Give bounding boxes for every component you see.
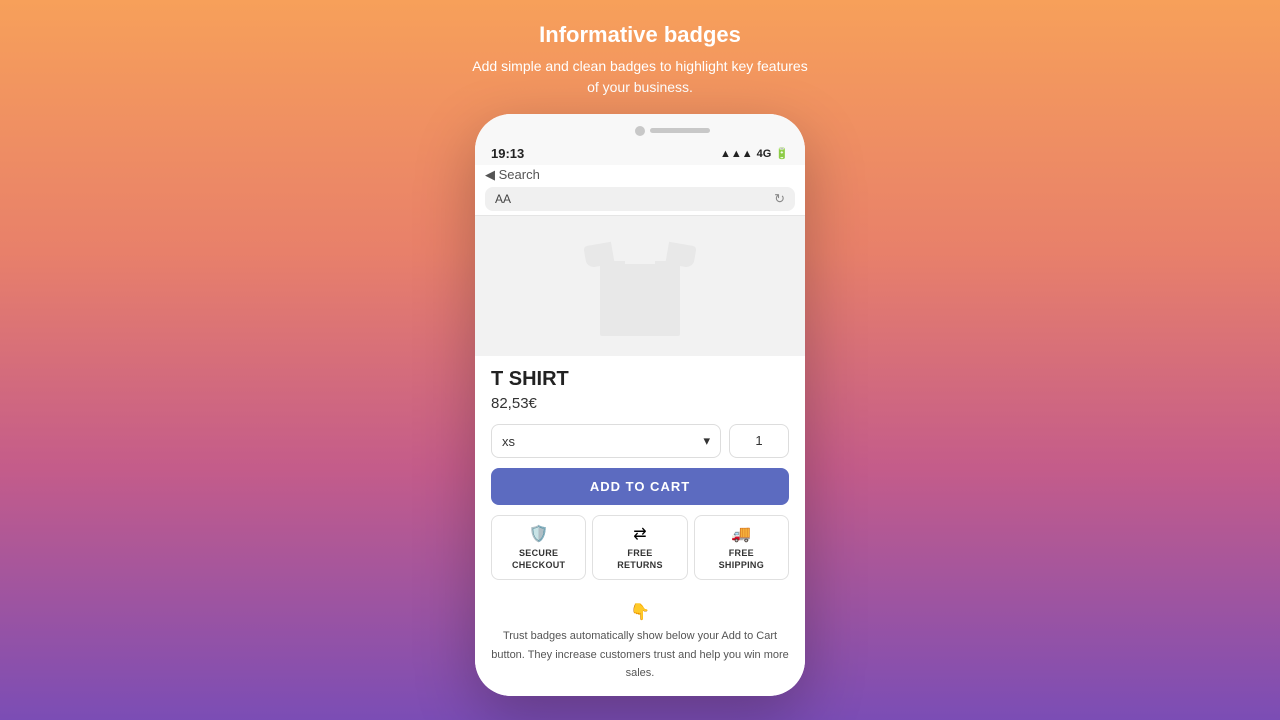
- secure-checkout-label: SECURECHECKOUT: [512, 548, 565, 571]
- trust-emoji: 👇: [485, 602, 795, 622]
- header-section: Informative badges Add simple and clean …: [470, 0, 810, 114]
- trust-badges: 🛡️ SECURECHECKOUT ⇄ FREERETURNS 🚚 FREESH…: [491, 515, 789, 580]
- product-options: xs ▾ 1: [491, 424, 789, 458]
- product-details: T SHIRT 82,53€ xs ▾ 1 ADD TO CART 🛡️ SEC…: [475, 356, 805, 598]
- battery-icon: 🔋: [775, 147, 789, 160]
- product-image-area: [475, 216, 805, 356]
- size-value: xs: [502, 434, 515, 449]
- quantity-value: 1: [755, 433, 762, 448]
- status-icons: ▲▲▲ 4G 🔋: [720, 147, 789, 160]
- size-select[interactable]: xs ▾: [491, 424, 721, 458]
- product-name: T SHIRT: [491, 368, 789, 391]
- browser-bar: ◀ Search AA ↻: [475, 165, 805, 216]
- free-returns-icon: ⇄: [633, 524, 646, 544]
- status-time: 19:13: [491, 146, 524, 161]
- signal-icon: ▲▲▲: [720, 148, 753, 160]
- network-label: 4G: [757, 148, 772, 160]
- tshirt-body: [600, 261, 680, 336]
- free-shipping-icon: 🚚: [731, 524, 751, 544]
- secure-checkout-badge: 🛡️ SECURECHECKOUT: [491, 515, 586, 580]
- product-price: 82,53€: [491, 395, 789, 412]
- free-shipping-label: FREESHIPPING: [719, 548, 764, 571]
- page-subtitle: Add simple and clean badges to highlight…: [470, 56, 810, 98]
- trust-text: Trust badges automatically show below yo…: [491, 630, 789, 679]
- browser-nav: ◀ Search: [485, 167, 795, 183]
- address-bar[interactable]: AA ↻: [485, 187, 795, 211]
- back-button[interactable]: ◀ Search: [485, 167, 540, 183]
- chevron-down-icon: ▾: [703, 433, 710, 449]
- phone-speaker: [650, 128, 710, 133]
- reload-icon[interactable]: ↻: [774, 191, 785, 207]
- free-returns-badge: ⇄ FREERETURNS: [592, 515, 687, 580]
- phone-camera: [635, 126, 645, 136]
- address-aa-label: AA: [495, 192, 511, 206]
- add-to-cart-button[interactable]: ADD TO CART: [491, 468, 789, 505]
- phone-content: T SHIRT 82,53€ xs ▾ 1 ADD TO CART 🛡️ SEC…: [475, 216, 805, 696]
- tshirt-collar: [625, 248, 655, 264]
- page-title: Informative badges: [470, 22, 810, 48]
- trust-info-section: 👇 Trust badges automatically show below …: [475, 598, 805, 696]
- secure-checkout-icon: 🛡️: [529, 524, 549, 544]
- free-shipping-badge: 🚚 FREESHIPPING: [694, 515, 789, 580]
- tshirt-shape: [585, 236, 695, 336]
- phone-frame: 19:13 ▲▲▲ 4G 🔋 ◀ Search AA ↻: [475, 114, 805, 696]
- phone-top-bar: 19:13 ▲▲▲ 4G 🔋 ◀ Search AA ↻: [475, 114, 805, 216]
- free-returns-label: FREERETURNS: [617, 548, 663, 571]
- quantity-input[interactable]: 1: [729, 424, 789, 458]
